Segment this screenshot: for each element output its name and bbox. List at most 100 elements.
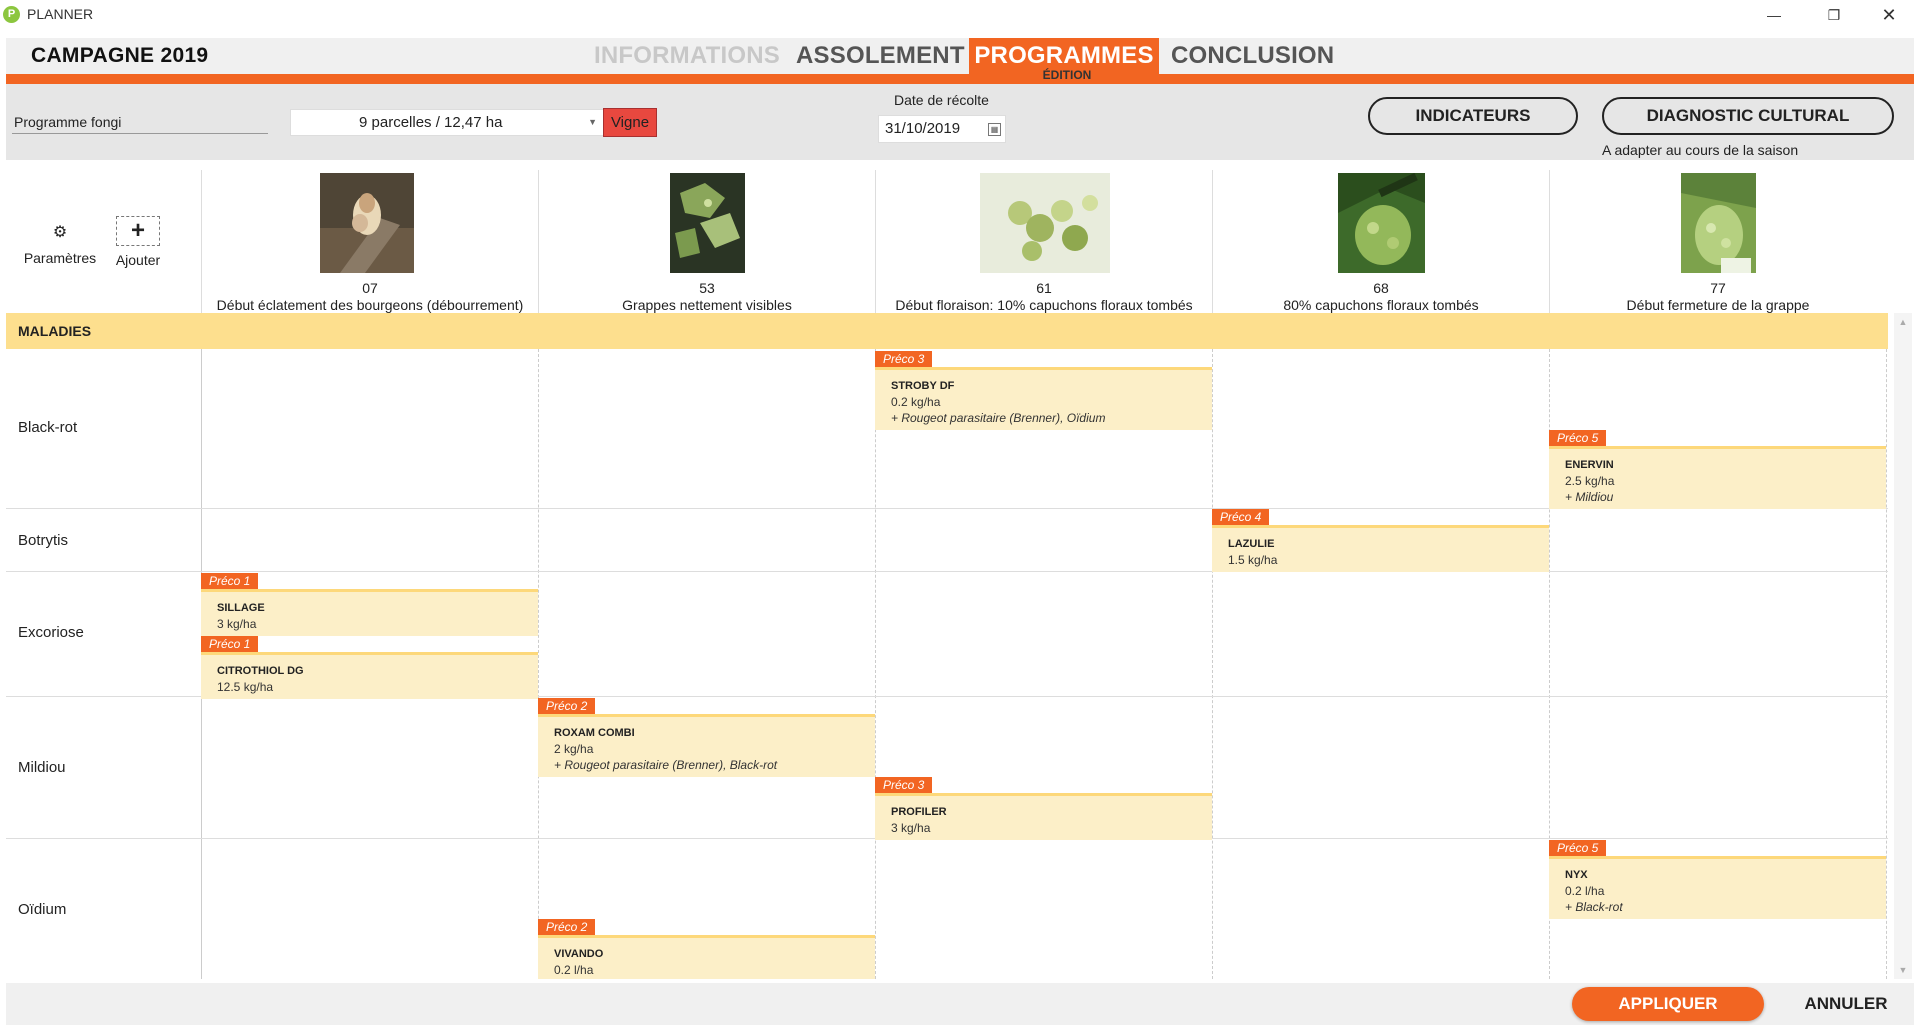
vertical-scrollbar[interactable]: ▲ ▼	[1894, 313, 1912, 979]
planner-logo-icon: P	[3, 6, 20, 23]
accent-bar	[6, 74, 1914, 84]
disease-label: Botrytis	[18, 532, 69, 549]
title-bar: P PLANNER — ❐ ✕	[0, 0, 1920, 30]
diseases-section-header: MALADIES	[6, 313, 1888, 349]
product-dose: 0.2 l/ha	[1565, 884, 1605, 898]
product-dose: 3 kg/ha	[891, 821, 931, 835]
parcels-value: 9 parcelles / 12,47 ha	[359, 114, 503, 131]
dropdown-arrow-icon: ▼	[588, 117, 597, 127]
stage-code: 07	[362, 280, 378, 296]
crop-button[interactable]: Vigne	[603, 108, 657, 137]
disease-label: Oïdium	[18, 901, 67, 918]
close-button[interactable]: ✕	[1866, 0, 1912, 30]
stage-code: 77	[1710, 280, 1726, 296]
preco-badge: Préco 1	[201, 573, 259, 589]
product-dose: 1.5 kg/ha	[1228, 553, 1278, 567]
treatment-body: ROXAM COMBI 2 kg/ha + Rougeot parasitair…	[538, 714, 875, 777]
harvest-date-label: Date de récolte	[894, 92, 989, 108]
disease-label: Mildiou	[18, 759, 66, 776]
product-name: SILLAGE	[217, 602, 265, 614]
product-targets: + Black-rot	[1565, 900, 1623, 914]
stage-code: 61	[1036, 280, 1052, 296]
product-name: STROBY DF	[891, 380, 955, 392]
preco-badge: Préco 3	[875, 777, 933, 793]
settings-label: Paramètres	[23, 250, 97, 266]
stage-name: Grappes nettement visibles	[622, 297, 792, 313]
product-dose: 0.2 kg/ha	[891, 395, 941, 409]
treatment-body: NYX 0.2 l/ha + Black-rot	[1549, 856, 1886, 919]
product-name: ENERVIN	[1565, 459, 1614, 471]
tab-conclusion[interactable]: CONCLUSION	[1171, 42, 1334, 70]
stage-column: 77 Début fermeture de la grappe	[1549, 170, 1886, 314]
treatment-body: SILLAGE 3 kg/ha	[201, 589, 538, 636]
treatment-grid: Black-rot Botrytis Excoriose Mildiou Oïd…	[6, 349, 1888, 979]
bud-burst-photo	[320, 173, 414, 273]
minimize-button[interactable]: —	[1751, 0, 1797, 30]
preco-badge: Préco 1	[201, 636, 259, 652]
flowering-start-photo	[980, 173, 1110, 273]
apply-button[interactable]: APPLIQUER	[1572, 987, 1764, 1021]
program-toolbar: Programme fongi 9 parcelles / 12,47 ha ▼…	[6, 84, 1914, 160]
product-targets: + Rougeot parasitaire (Brenner), Oïdium	[891, 411, 1106, 425]
edition-label: ÉDITION	[1042, 68, 1092, 82]
preco-badge: Préco 4	[1212, 509, 1270, 525]
season-note: A adapter au cours de la saison	[1602, 142, 1799, 158]
product-dose: 12.5 kg/ha	[217, 680, 274, 694]
disease-label: Black-rot	[18, 419, 78, 436]
preco-badge: Préco 3	[875, 351, 933, 367]
product-name: LAZULIE	[1228, 538, 1275, 550]
stage-code: 53	[699, 280, 715, 296]
indicators-button[interactable]: INDICATEURS	[1368, 97, 1578, 135]
stage-code: 68	[1373, 280, 1389, 296]
product-name: CITROTHIOL DG	[217, 665, 304, 677]
product-name: VIVANDO	[554, 948, 604, 960]
harvest-date-field[interactable]: 31/10/2019 ▦	[878, 115, 1006, 143]
parcels-dropdown[interactable]: 9 parcelles / 12,47 ha ▼	[290, 109, 604, 136]
add-label: Ajouter	[115, 252, 161, 268]
scroll-up-icon[interactable]: ▲	[1894, 313, 1912, 331]
product-dose: 2.5 kg/ha	[1565, 474, 1615, 488]
maximize-button[interactable]: ❐	[1811, 0, 1857, 30]
product-name: NYX	[1565, 869, 1588, 881]
treatment-body: ENERVIN 2.5 kg/ha + Mildiou	[1549, 446, 1886, 509]
treatment-body: LAZULIE 1.5 kg/ha	[1212, 525, 1549, 572]
footer-bar: APPLIQUER ANNULER	[6, 983, 1914, 1025]
preco-badge: Préco 5	[1549, 430, 1607, 446]
scroll-down-icon[interactable]: ▼	[1894, 961, 1912, 979]
treatment-body: STROBY DF 0.2 kg/ha + Rougeot parasitair…	[875, 367, 1212, 430]
cancel-button[interactable]: ANNULER	[1796, 987, 1896, 1021]
tab-informations[interactable]: INFORMATIONS	[594, 42, 780, 70]
preco-badge: Préco 5	[1549, 840, 1607, 856]
settings-button[interactable]: ⚙ Paramètres	[20, 222, 100, 266]
plus-icon: +	[116, 216, 160, 246]
diagnostic-button[interactable]: DIAGNOSTIC CULTURAL	[1602, 97, 1894, 135]
gear-icon: ⚙	[52, 224, 68, 241]
preco-badge: Préco 2	[538, 919, 596, 935]
program-name-field[interactable]: Programme fongi	[12, 112, 268, 134]
tab-assolement[interactable]: ASSOLEMENT	[796, 42, 965, 70]
caps-fallen-photo	[1338, 173, 1425, 273]
stage-column: 53 Grappes nettement visibles	[538, 170, 875, 314]
calendar-icon[interactable]: ▦	[988, 123, 1001, 136]
add-stage-button[interactable]: + Ajouter	[106, 216, 170, 268]
product-dose: 0.2 l/ha	[554, 963, 594, 977]
product-name: PROFILER	[891, 806, 947, 818]
stage-column: 68 80% capuchons floraux tombés	[1212, 170, 1549, 314]
preco-badge: Préco 2	[538, 698, 596, 714]
campaign-title: CAMPAGNE 2019	[31, 44, 209, 67]
disease-label: Excoriose	[18, 624, 84, 641]
product-dose: 3 kg/ha	[217, 617, 257, 631]
treatment-body: CITROTHIOL DG 12.5 kg/ha	[201, 652, 538, 699]
product-dose: 2 kg/ha	[554, 742, 594, 756]
stage-name: Début fermeture de la grappe	[1626, 297, 1810, 313]
bunch-closure-photo	[1681, 173, 1756, 273]
campaign-header: CAMPAGNE 2019 INFORMATIONS ASSOLEMENT PR…	[6, 38, 1914, 74]
product-targets: + Rougeot parasitaire (Brenner), Black-r…	[554, 758, 778, 772]
product-targets: + Mildiou	[1565, 490, 1614, 504]
product-name: ROXAM COMBI	[554, 727, 635, 739]
stage-column: 07 Début éclatement des bourgeons (débou…	[201, 170, 538, 314]
treatment-body: VIVANDO 0.2 l/ha	[538, 935, 875, 979]
disease-row: Botrytis	[6, 509, 1888, 572]
harvest-date-value: 31/10/2019	[885, 120, 961, 137]
stage-name: 80% capuchons floraux tombés	[1283, 297, 1479, 313]
